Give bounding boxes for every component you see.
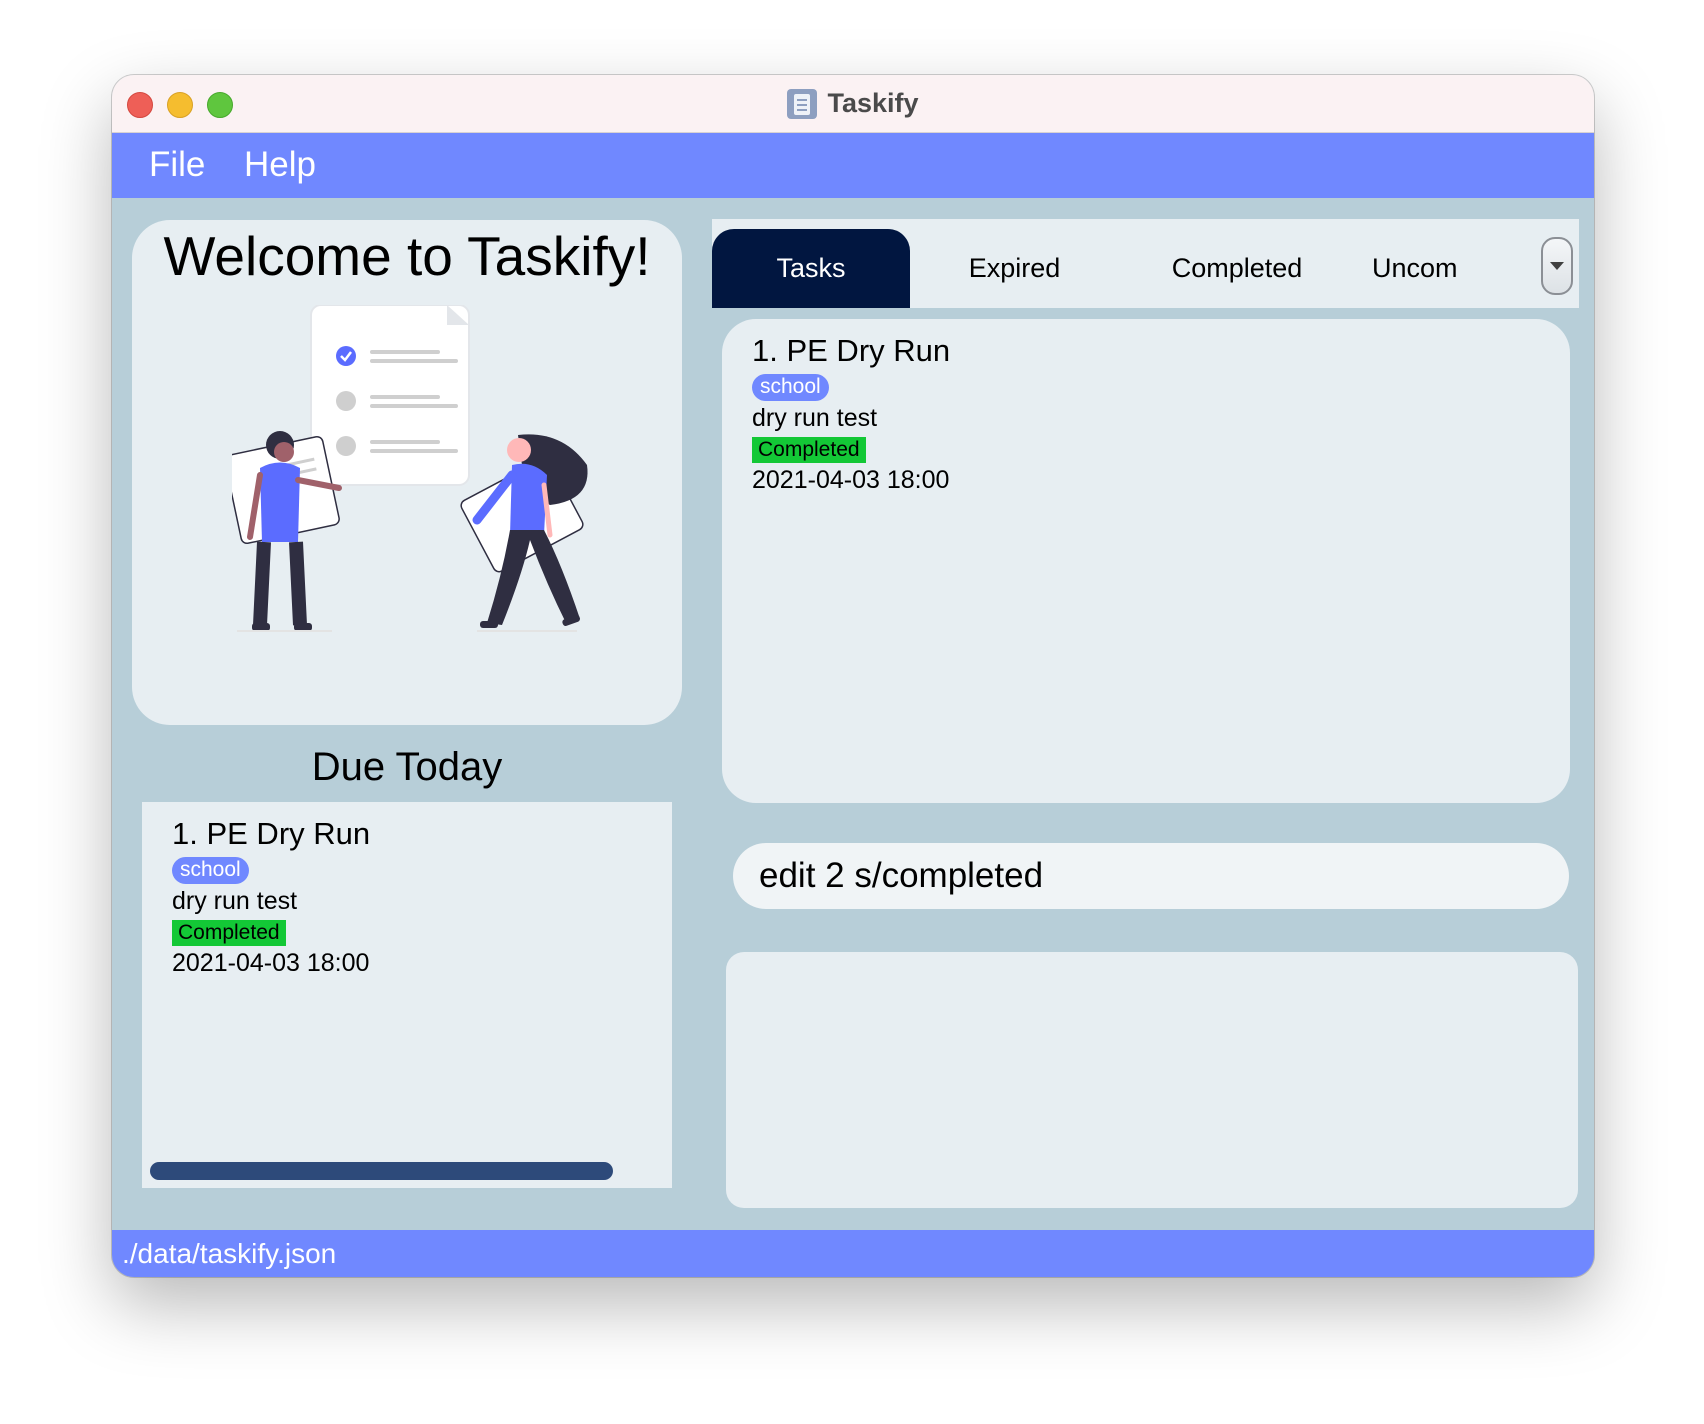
task-tag: school (752, 374, 829, 401)
title-bar: Taskify (112, 75, 1594, 133)
window-title: Taskify (827, 88, 919, 118)
menu-help[interactable]: Help (244, 145, 316, 185)
due-today-list[interactable]: 1. PE Dry Run school dry run test Comple… (142, 802, 672, 1188)
task-date: 2021-04-03 18:00 (752, 466, 950, 494)
task-card[interactable]: 1. PE Dry Run school dry run test Comple… (752, 333, 950, 495)
command-input[interactable] (757, 855, 1541, 897)
task-description: dry run test (172, 887, 298, 915)
tab-tasks[interactable]: Tasks (712, 229, 910, 308)
tab-completed[interactable]: Completed (1127, 229, 1347, 308)
tab-bar: Tasks Expired Completed Uncom (712, 219, 1579, 308)
due-today-title: Due Today (311, 745, 503, 789)
result-display (726, 952, 1578, 1208)
task-tag: school (172, 857, 249, 884)
menu-bar: File Help (112, 133, 1594, 198)
task-name: 1. PE Dry Run (752, 333, 951, 368)
task-list[interactable]: 1. PE Dry Run school dry run test Comple… (722, 319, 1570, 803)
window-title-wrap: Taskify (112, 75, 1594, 132)
due-task-card[interactable]: 1. PE Dry Run school dry run test Comple… (172, 816, 370, 978)
task-date: 2021-04-03 18:00 (172, 949, 370, 977)
chevron-down-icon (1550, 262, 1564, 270)
status-bar: ./data/taskify.json (112, 1230, 1594, 1277)
task-description: dry run test (752, 404, 878, 432)
command-box (733, 843, 1569, 909)
tab-uncompleted[interactable]: Uncom (1372, 229, 1512, 308)
welcome-title: Welcome to Taskify! (163, 225, 651, 287)
welcome-card: Welcome to Taskify! (132, 220, 682, 725)
tab-overflow-dropdown[interactable] (1541, 237, 1573, 295)
horizontal-scrollbar[interactable] (150, 1162, 613, 1180)
save-file-path: ./data/taskify.json (122, 1238, 337, 1269)
task-status-badge: Completed (172, 920, 286, 946)
tab-expired[interactable]: Expired (927, 229, 1102, 308)
menu-file[interactable]: File (149, 145, 205, 185)
task-illustration (232, 305, 588, 632)
task-name: 1. PE Dry Run (172, 816, 371, 851)
task-status-badge: Completed (752, 437, 866, 463)
clipboard-icon (787, 88, 818, 119)
app-window: Taskify File Help Welcome to Taskify! Du… (112, 75, 1594, 1277)
